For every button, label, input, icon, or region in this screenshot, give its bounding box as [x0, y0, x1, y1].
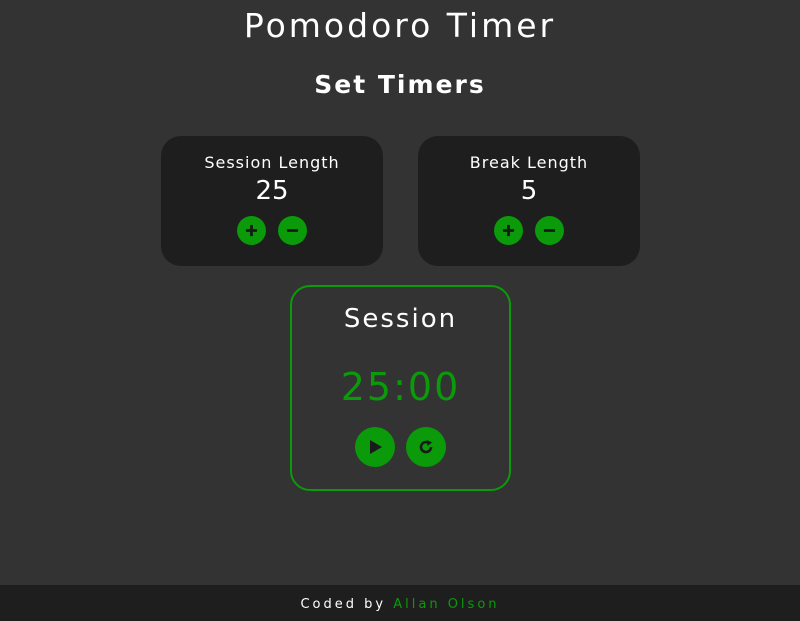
- refresh-icon: [419, 440, 433, 454]
- plus-icon: [502, 224, 515, 237]
- session-length-label: Session Length: [204, 153, 340, 172]
- break-decrement-button[interactable]: [535, 216, 564, 245]
- footer: Coded by Allan Olson: [0, 585, 800, 621]
- timer-label: Session: [343, 304, 458, 334]
- break-length-card: Break Length 5: [418, 136, 640, 266]
- app-title: Pomodoro Timer: [243, 6, 557, 45]
- minus-icon: [286, 229, 299, 232]
- play-icon: [370, 440, 382, 454]
- reset-button[interactable]: [406, 427, 446, 467]
- break-length-value: 5: [520, 176, 538, 206]
- minus-icon: [543, 229, 556, 232]
- break-length-label: Break Length: [469, 153, 589, 172]
- section-title: Set Timers: [314, 70, 486, 99]
- break-increment-button[interactable]: [494, 216, 523, 245]
- session-length-card: Session Length 25: [161, 136, 383, 266]
- plus-icon: [245, 224, 258, 237]
- timer-card: Session 25:00: [290, 285, 511, 491]
- session-decrement-button[interactable]: [278, 216, 307, 245]
- break-length-controls: [418, 216, 640, 245]
- session-increment-button[interactable]: [237, 216, 266, 245]
- play-button[interactable]: [355, 427, 395, 467]
- session-length-controls: [161, 216, 383, 245]
- timer-display: 25:00: [340, 365, 461, 409]
- footer-credit: Coded by: [300, 597, 387, 612]
- author-link[interactable]: Allan Olson: [393, 597, 499, 612]
- timer-controls: [292, 427, 509, 467]
- session-length-value: 25: [255, 176, 289, 206]
